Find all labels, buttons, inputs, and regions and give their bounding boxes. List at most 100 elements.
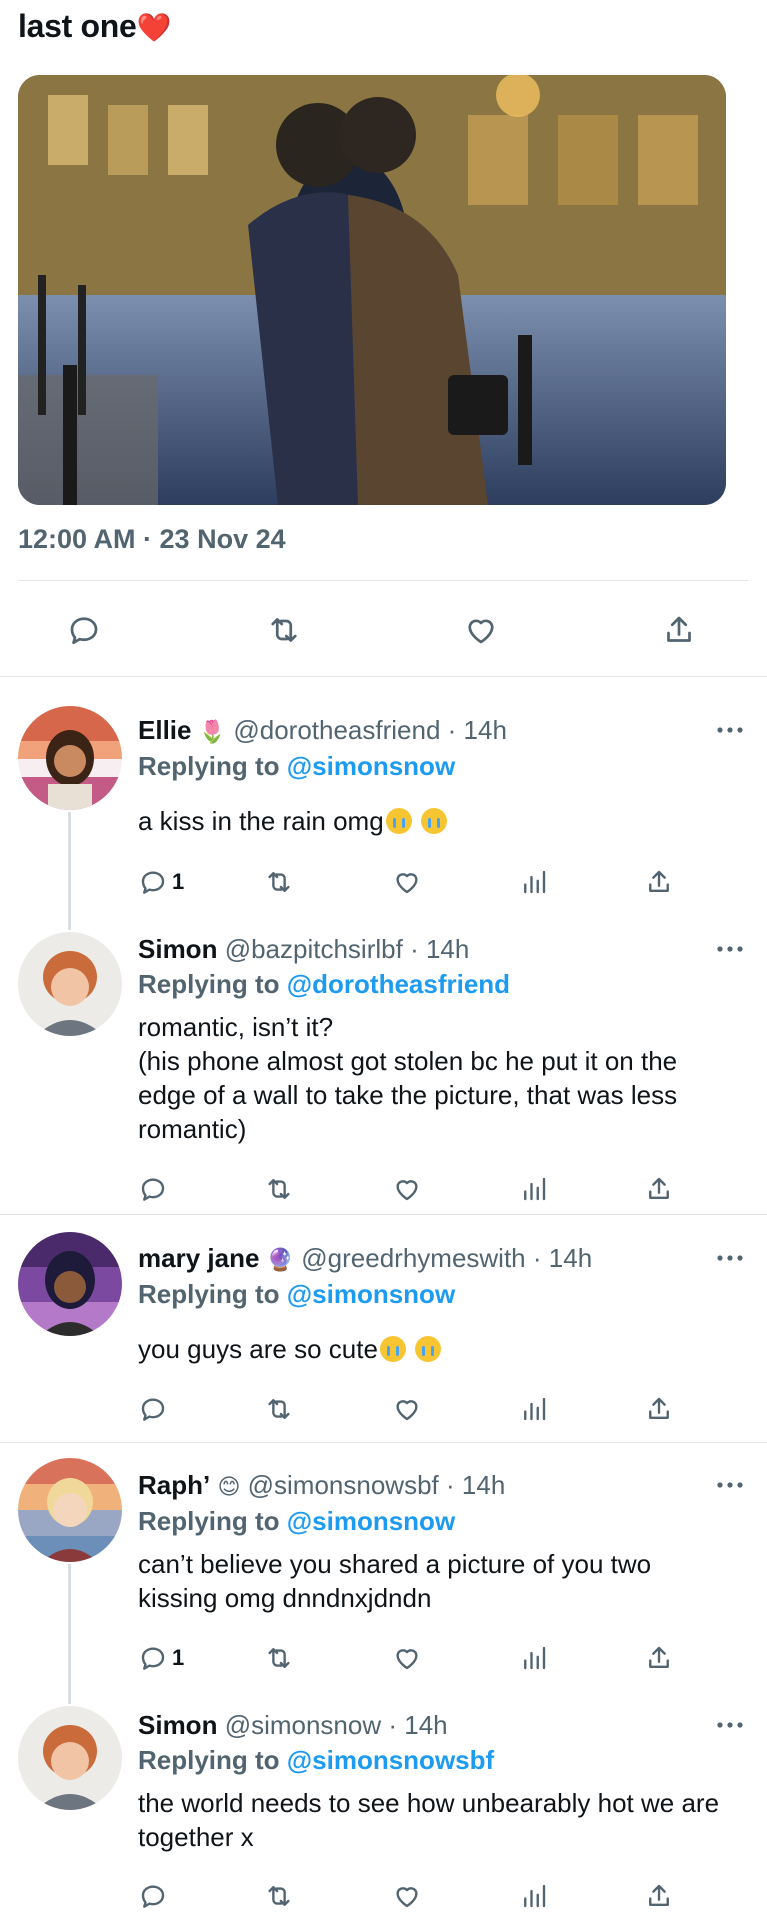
mention-link[interactable]: @simonsnow: [287, 751, 455, 781]
views-button[interactable]: [519, 1169, 549, 1209]
avatar[interactable]: [18, 1458, 122, 1562]
reply-icon: [141, 1178, 165, 1201]
share-icon: [649, 1397, 669, 1419]
more-button[interactable]: [715, 941, 745, 952]
heart-emoji: ❤️: [136, 12, 172, 43]
reply-time: · 14h: [388, 1710, 448, 1740]
retweet-button[interactable]: [264, 1169, 294, 1209]
views-icon: [524, 1397, 546, 1421]
reply-button[interactable]: 1: [138, 862, 184, 902]
share-button[interactable]: [644, 862, 674, 902]
avatar[interactable]: [18, 1232, 122, 1336]
replying-to: Replying to @simonsnow: [138, 751, 456, 781]
share-button[interactable]: [644, 1169, 674, 1209]
avatar[interactable]: [18, 1706, 122, 1810]
like-button[interactable]: [392, 862, 422, 902]
more-icon: [717, 1482, 743, 1488]
like-button[interactable]: [392, 1638, 422, 1678]
more-icon: [717, 946, 743, 952]
share-button[interactable]: [644, 1389, 674, 1429]
replying-to: Replying to @simonsnowsbf: [138, 1745, 495, 1775]
name-emoji: 😊: [217, 1474, 241, 1499]
mention-link[interactable]: @simonsnow: [287, 1506, 455, 1536]
divider: [0, 676, 767, 677]
reply-header[interactable]: Simon @bazpitchsirlbf · 14h: [138, 934, 469, 965]
divider: [0, 1214, 767, 1215]
retweet-icon: [268, 872, 290, 892]
more-button[interactable]: [715, 1250, 745, 1261]
retweet-button[interactable]: [264, 862, 294, 902]
retweet-icon: [268, 1648, 290, 1668]
crying-emoji: [415, 1336, 442, 1362]
reply-button[interactable]: 1: [138, 1638, 184, 1678]
crying-emoji: [385, 808, 412, 834]
retweet-icon: [268, 1179, 290, 1199]
mention-link[interactable]: @simonsnowsbf: [287, 1745, 494, 1775]
reply-time: · 14h: [532, 1243, 593, 1273]
more-icon: [717, 727, 743, 733]
user-handle: @bazpitchsirlbf: [224, 934, 403, 964]
reply-button[interactable]: [62, 608, 106, 652]
replying-to: Replying to @simonsnow: [138, 1506, 456, 1536]
display-name: mary jane: [138, 1243, 260, 1273]
reply-icon: [70, 617, 98, 645]
more-icon: [717, 1722, 743, 1728]
share-icon: [649, 870, 669, 892]
reply-text: can’t believe you shared a picture of yo…: [138, 1549, 652, 1613]
like-icon: [396, 1400, 418, 1421]
reply-header[interactable]: mary jane 🔮 @greedrhymeswith · 14h: [138, 1243, 592, 1274]
reply-count: 1: [172, 869, 185, 894]
like-button[interactable]: [392, 1389, 422, 1429]
mention-link[interactable]: @dorotheasfriend: [287, 969, 510, 999]
views-icon: [524, 1177, 546, 1201]
avatar[interactable]: [18, 932, 122, 1036]
thread-line: [68, 812, 71, 930]
reply-button[interactable]: [138, 1169, 168, 1209]
retweet-button[interactable]: [262, 608, 306, 652]
reply-button[interactable]: [138, 1876, 168, 1916]
reply-header[interactable]: Raph’ 😊 @simonsnowsbf · 14h: [138, 1470, 505, 1501]
display-name: Ellie: [138, 715, 192, 745]
name-emoji: 🌷: [198, 719, 227, 744]
display-name: Raph’: [138, 1470, 211, 1500]
more-button[interactable]: [715, 1477, 745, 1488]
reply-header[interactable]: Simon @simonsnow · 14h: [138, 1710, 448, 1741]
views-button[interactable]: [519, 1389, 549, 1429]
retweet-button[interactable]: [264, 1876, 294, 1916]
reply-button[interactable]: [138, 1389, 168, 1429]
retweet-button[interactable]: [264, 1638, 294, 1678]
like-icon: [396, 1649, 418, 1670]
share-icon: [649, 1646, 669, 1668]
reply-text: you guys are so cute: [138, 1332, 728, 1366]
like-button[interactable]: [392, 1876, 422, 1916]
tweet-photo[interactable]: [18, 75, 726, 505]
display-name: Simon: [138, 1710, 218, 1740]
reply-icon: [141, 1885, 165, 1908]
mention-link[interactable]: @simonsnow: [287, 1279, 455, 1309]
share-icon: [649, 1177, 669, 1199]
reply-header[interactable]: Ellie 🌷 @dorotheasfriend · 14h: [138, 715, 507, 746]
views-button[interactable]: [519, 862, 549, 902]
replying-to: Replying to @dorotheasfriend: [138, 969, 511, 999]
more-button[interactable]: [715, 1717, 745, 1728]
views-button[interactable]: [519, 1638, 549, 1678]
divider: [0, 1442, 767, 1443]
thread-line: [68, 1564, 71, 1704]
crying-emoji: [420, 808, 447, 834]
avatar[interactable]: [18, 706, 122, 810]
reply-time: · 14h: [446, 1470, 506, 1500]
more-button[interactable]: [715, 722, 745, 733]
like-icon: [396, 873, 418, 894]
replying-to: Replying to @simonsnow: [138, 1279, 456, 1309]
reply-text: the world needs to see how unbearably ho…: [138, 1788, 720, 1852]
views-button[interactable]: [519, 1876, 549, 1916]
reply-text: romantic, isn’t it? (his phone almost go…: [138, 1012, 678, 1144]
like-button[interactable]: [392, 1169, 422, 1209]
share-button[interactable]: [657, 608, 701, 652]
share-button[interactable]: [644, 1876, 674, 1916]
tweet-timestamp[interactable]: 12:00 AM · 23 Nov 24: [18, 524, 286, 555]
like-button[interactable]: [459, 608, 503, 652]
retweet-button[interactable]: [264, 1389, 294, 1429]
tweet-text: last one❤️: [18, 8, 172, 44]
share-button[interactable]: [644, 1638, 674, 1678]
